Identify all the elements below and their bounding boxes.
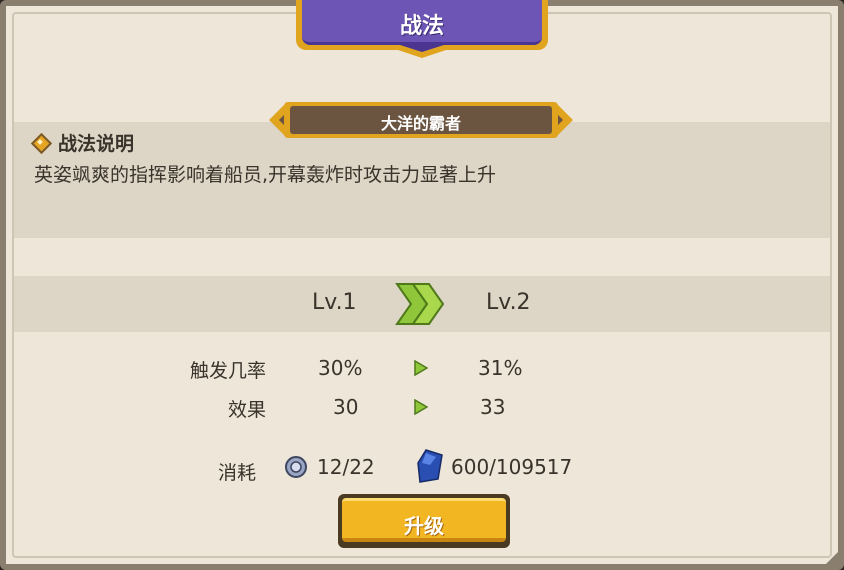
stat-label-trigger-rate: 触发几率 [189, 360, 266, 382]
stat-current-effect: 30 [333, 395, 359, 419]
play-arrow-icon [414, 399, 428, 415]
double-chevron-right-icon [395, 283, 445, 325]
item-cost-amount: 12/22 [317, 455, 375, 479]
upgrade-button-label: 升级 [404, 514, 444, 538]
current-level: Lv.1 [312, 290, 357, 315]
next-level: Lv.2 [486, 290, 531, 315]
description-title: 战法说明 [58, 132, 135, 155]
stat-next-effect: 33 [480, 395, 506, 419]
skill-name: 大洋的霸者 [380, 114, 461, 133]
title-banner: 战法 [296, 0, 548, 60]
description-text: 英姿飒爽的指挥影响着船员,开幕轰炸时攻击力显著上升 [34, 164, 497, 186]
upgrade-button[interactable]: 升级 [338, 494, 510, 548]
resize-grip [822, 552, 838, 568]
medal-icon [285, 456, 307, 478]
blue-gem-icon [417, 449, 443, 483]
stat-next-trigger-rate: 31% [478, 356, 523, 380]
cost-label: 消耗 [218, 462, 257, 484]
skill-name-plate: 大洋的霸者 [269, 102, 573, 138]
play-arrow-icon [414, 360, 428, 376]
page-title: 战法 [399, 14, 444, 39]
description-header: 战法说明 [30, 130, 135, 155]
stat-current-trigger-rate: 30% [318, 356, 363, 380]
stat-label-effect: 效果 [227, 399, 266, 421]
gem-cost-amount: 600/109517 [451, 455, 573, 479]
diamond-icon [30, 132, 53, 155]
